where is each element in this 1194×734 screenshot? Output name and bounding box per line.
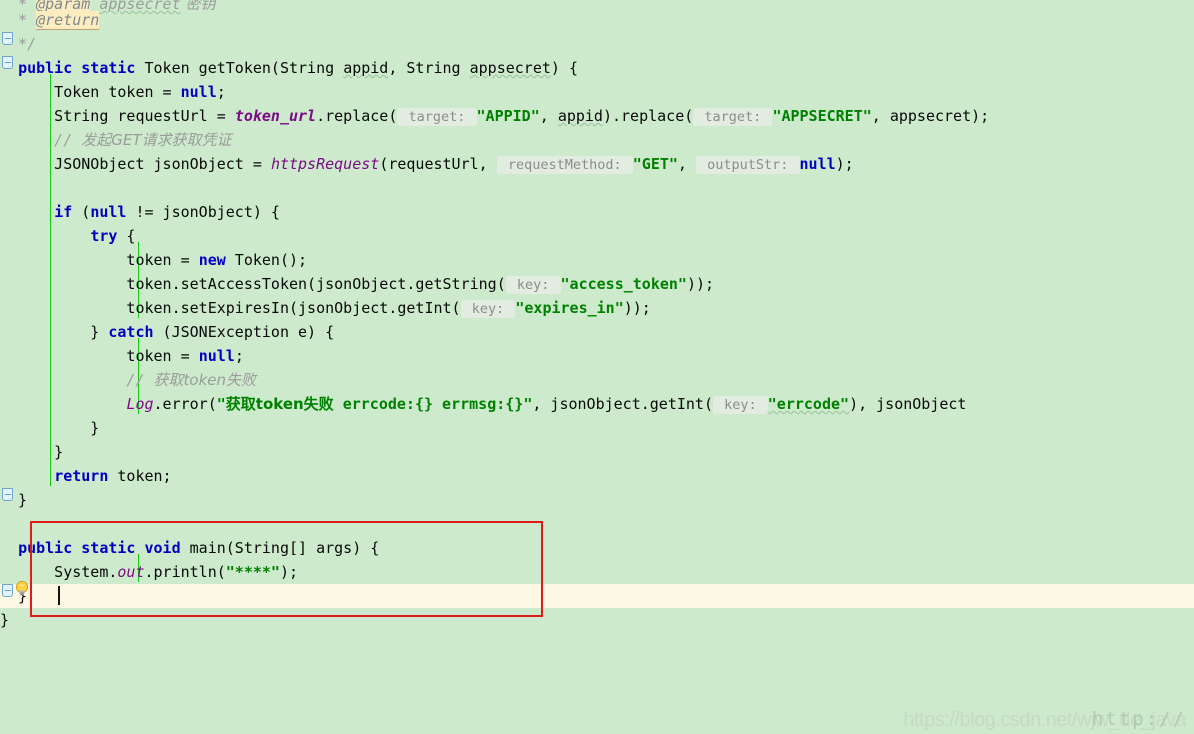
code-token: appsecret xyxy=(469,59,551,77)
fold-marker-icon[interactable] xyxy=(2,488,13,501)
code-token: null xyxy=(198,347,235,365)
code-line[interactable]: if (null != jsonObject) { xyxy=(0,200,280,224)
code-token: try xyxy=(90,227,118,245)
fold-marker-icon[interactable] xyxy=(2,56,13,69)
fold-marker-icon[interactable] xyxy=(2,584,13,597)
code-token: )); xyxy=(686,275,715,293)
code-line[interactable]: public static Token getToken(String appi… xyxy=(0,56,578,80)
code-token: "APPID" xyxy=(476,107,540,125)
code-line[interactable]: public static void main(String[] args) { xyxy=(0,536,379,560)
code-token: JSONObject jsonObject = xyxy=(0,155,271,173)
code-token: token.setAccessToken(jsonObject.getStrin… xyxy=(0,275,506,293)
code-token: outputStr: xyxy=(695,156,800,174)
code-token: , String xyxy=(388,59,470,77)
code-line[interactable]: token = new Token(); xyxy=(0,248,307,272)
code-line[interactable]: String requestUrl = token_url.replace( t… xyxy=(0,104,989,128)
code-token: Token getToken(String xyxy=(135,59,344,77)
code-token: target: xyxy=(693,108,773,126)
code-editor[interactable]: * @param appsecret 密钥 * @return */ publi… xyxy=(0,0,1194,734)
code-token: ; xyxy=(234,347,244,365)
lightbulb-icon[interactable] xyxy=(14,580,30,598)
code-token: token_url xyxy=(234,107,317,125)
code-token: httpsRequest xyxy=(270,155,380,173)
code-token: ), jsonObject xyxy=(849,395,967,413)
code-token: out xyxy=(117,563,145,581)
code-token: appid xyxy=(343,59,389,77)
code-token: main(String[] args) { xyxy=(180,539,380,557)
code-token: null xyxy=(180,83,217,101)
code-token: , xyxy=(677,155,696,173)
code-token: 发起GET请求获取凭证 xyxy=(81,131,232,149)
code-token: ; xyxy=(216,83,226,101)
code-token: appid xyxy=(557,107,603,125)
code-token: ); xyxy=(279,563,299,581)
code-token: if xyxy=(54,203,73,221)
code-token: "expires_in" xyxy=(515,299,624,317)
code-token: null xyxy=(799,155,836,173)
code-token: " xyxy=(216,395,226,413)
code-token: ) { xyxy=(550,59,578,77)
code-token: @return xyxy=(36,11,100,30)
code-token: , xyxy=(539,107,558,125)
code-token: Log xyxy=(126,395,154,413)
code-token: null xyxy=(90,203,127,221)
code-token: catch xyxy=(108,323,154,341)
code-line[interactable]: token.setAccessToken(jsonObject.getStrin… xyxy=(0,272,714,296)
code-line[interactable]: System.out.println("****"); xyxy=(0,560,298,584)
code-token: 获取token失败 xyxy=(225,395,334,413)
code-token: key: xyxy=(505,276,561,294)
code-token: { xyxy=(117,227,136,245)
code-text-area[interactable]: * @param appsecret 密钥 * @return */ publi… xyxy=(0,0,1194,734)
code-token: ).replace( xyxy=(602,107,694,125)
code-token: "access_token" xyxy=(560,275,687,293)
code-token: != jsonObject) { xyxy=(126,203,280,221)
code-token: ( xyxy=(72,203,91,221)
code-token: key: xyxy=(460,300,516,318)
code-token: String requestUrl = xyxy=(0,107,235,125)
code-token: "****" xyxy=(225,563,280,581)
code-token: "GET" xyxy=(632,155,678,173)
code-token: errcode:{} errmsg:{}" xyxy=(333,395,533,413)
code-token: 获取token失败 xyxy=(153,371,257,389)
code-token: public static xyxy=(18,59,136,77)
code-token: (requestUrl, xyxy=(379,155,497,173)
code-token: )); xyxy=(623,299,651,317)
code-token: target: xyxy=(397,108,477,126)
code-token: Token(); xyxy=(225,251,308,269)
code-token: , jsonObject.getInt( xyxy=(532,395,713,413)
code-token: token.setExpiresIn(jsonObject.getInt( xyxy=(0,299,461,317)
code-token: token; xyxy=(108,467,172,485)
fold-marker-icon[interactable] xyxy=(2,32,13,45)
code-token: requestMethod: xyxy=(496,156,633,174)
code-token: ); xyxy=(835,155,854,173)
code-line[interactable]: Log.error("获取token失败 errcode:{} errmsg:{… xyxy=(0,392,966,416)
code-token: .println( xyxy=(144,563,226,581)
code-token: public static void xyxy=(18,539,181,557)
code-line[interactable]: Token token = null; xyxy=(0,80,226,104)
code-token: return xyxy=(54,467,109,485)
code-token: 密钥 xyxy=(180,0,216,13)
code-token: , appsecret); xyxy=(871,107,990,125)
code-token: (JSONException e) { xyxy=(153,323,335,341)
code-line[interactable]: token = null; xyxy=(0,344,244,368)
code-token: new xyxy=(198,251,226,269)
code-token: key: xyxy=(713,396,768,414)
code-token: "errcode" xyxy=(767,395,850,413)
code-line[interactable]: // 获取token失败 xyxy=(0,368,256,392)
code-token: .error( xyxy=(153,395,217,413)
code-line[interactable]: JSONObject jsonObject = httpsRequest(req… xyxy=(0,152,854,176)
text-caret xyxy=(58,586,60,605)
code-line[interactable]: token.setExpiresIn(jsonObject.getInt( ke… xyxy=(0,296,651,320)
code-token: "APPSECRET" xyxy=(772,107,872,125)
code-line[interactable]: } catch (JSONException e) { xyxy=(0,320,334,344)
code-token: .replace( xyxy=(316,107,398,125)
editor-gutter[interactable] xyxy=(0,0,32,734)
code-line[interactable]: // 发起GET请求获取凭证 xyxy=(0,128,232,152)
code-token: appsecret xyxy=(99,0,181,13)
